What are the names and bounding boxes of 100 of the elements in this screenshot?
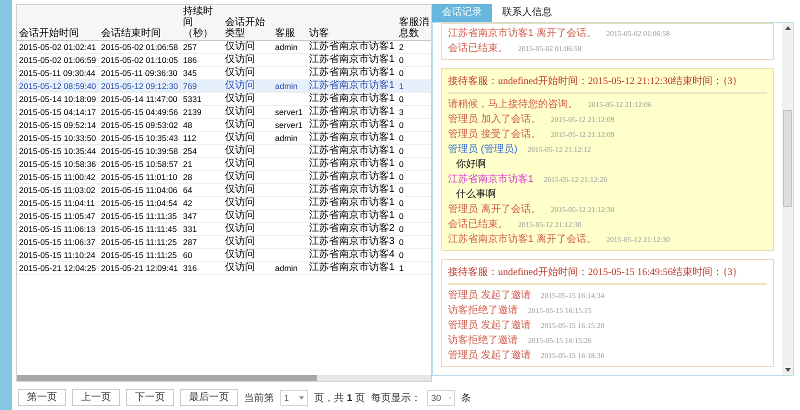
table-cell[interactable]: 0 xyxy=(397,170,431,184)
table-cell[interactable]: 2015-05-15 10:39:58 xyxy=(99,144,181,158)
table-cell[interactable]: 0 xyxy=(397,222,431,236)
page-button[interactable]: 最后一页 xyxy=(180,389,238,406)
table-cell[interactable]: 2015-05-15 10:58:57 xyxy=(99,158,181,170)
table-cell[interactable]: admin xyxy=(273,132,307,144)
table-cell[interactable]: 2015-05-15 11:03:02 xyxy=(17,184,99,196)
vertical-scrollbar[interactable] xyxy=(782,23,793,375)
table-cell[interactable]: 江苏省南京市访客4 xyxy=(307,248,397,262)
table-cell[interactable]: 2015-05-15 10:58:36 xyxy=(17,158,99,170)
table-cell[interactable]: 1 xyxy=(397,262,431,274)
table-cell[interactable]: 316 xyxy=(181,262,223,274)
table-cell[interactable]: 2015-05-12 08:59:40 xyxy=(17,80,99,92)
table-cell[interactable]: 2015-05-14 10:18:09 xyxy=(17,92,99,106)
table-cell[interactable]: 2015-05-14 11:47:00 xyxy=(99,92,181,106)
table-cell[interactable]: 仅访问 xyxy=(223,170,273,184)
table-cell[interactable]: 2 xyxy=(397,40,431,54)
horizontal-scrollbar[interactable] xyxy=(17,375,431,381)
table-cell[interactable]: 江苏省南京市访客1 xyxy=(307,54,397,66)
table-cell[interactable]: 2015-05-15 10:35:44 xyxy=(17,144,99,158)
table-cell[interactable]: 仅访问 xyxy=(223,54,273,66)
table-cell[interactable]: 331 xyxy=(181,222,223,236)
page-button[interactable]: 第一页 xyxy=(18,389,66,406)
table-cell[interactable]: 0 xyxy=(397,248,431,262)
table-cell[interactable]: 2015-05-15 11:04:54 xyxy=(99,196,181,210)
table-cell[interactable]: 64 xyxy=(181,184,223,196)
table-cell[interactable]: 2015-05-15 11:10:24 xyxy=(17,248,99,262)
table-cell[interactable]: 2015-05-15 11:01:10 xyxy=(99,170,181,184)
table-cell[interactable]: 仅访问 xyxy=(223,184,273,196)
table-cell[interactable]: 3 xyxy=(397,106,431,118)
table-cell[interactable]: 仅访问 xyxy=(223,118,273,132)
table-cell[interactable]: 仅访问 xyxy=(223,222,273,236)
table-cell[interactable]: 2015-05-15 09:53:02 xyxy=(99,118,181,132)
table-cell[interactable]: 0 xyxy=(397,132,431,144)
table-cell[interactable]: 江苏省南京市访客1 xyxy=(307,80,397,92)
table-cell[interactable]: 江苏省南京市访客1 xyxy=(307,184,397,196)
table-cell[interactable]: 江苏省南京市访客3 xyxy=(307,236,397,248)
table-cell[interactable]: 0 xyxy=(397,54,431,66)
table-cell[interactable]: 1 xyxy=(397,80,431,92)
table-cell[interactable]: 2015-05-02 01:06:58 xyxy=(99,40,181,54)
table-cell[interactable]: 2015-05-15 11:04:11 xyxy=(17,196,99,210)
table-cell[interactable]: 仅访问 xyxy=(223,196,273,210)
table-cell[interactable]: 60 xyxy=(181,248,223,262)
table-cell[interactable]: 江苏省南京市访客1 xyxy=(307,40,397,54)
table-cell[interactable]: 江苏省南京市访客1 xyxy=(307,106,397,118)
table-cell[interactable]: 0 xyxy=(397,196,431,210)
table-cell[interactable]: 2015-05-21 12:04:25 xyxy=(17,262,99,274)
page-size-select[interactable]: 30 xyxy=(427,390,456,406)
table-cell[interactable]: 仅访问 xyxy=(223,92,273,106)
table-cell[interactable]: 2015-05-15 10:35:43 xyxy=(99,132,181,144)
table-cell[interactable]: 江苏省南京市访客1 xyxy=(307,158,397,170)
page-button[interactable]: 下一页 xyxy=(126,389,174,406)
table-cell[interactable]: 0 xyxy=(397,118,431,132)
table-cell[interactable]: 2015-05-15 11:04:06 xyxy=(99,184,181,196)
table-cell[interactable]: 112 xyxy=(181,132,223,144)
table-cell[interactable]: admin xyxy=(273,40,307,54)
table-cell[interactable]: 0 xyxy=(397,210,431,222)
table-cell[interactable]: admin xyxy=(273,262,307,274)
table-cell[interactable]: 2015-05-15 11:05:47 xyxy=(17,210,99,222)
scroll-down-icon[interactable] xyxy=(784,368,790,372)
table-cell[interactable]: 28 xyxy=(181,170,223,184)
table-cell[interactable]: 48 xyxy=(181,118,223,132)
table-cell[interactable]: 仅访问 xyxy=(223,158,273,170)
table-cell[interactable]: admin xyxy=(273,80,307,92)
table-cell[interactable]: 仅访问 xyxy=(223,248,273,262)
table-cell[interactable]: 254 xyxy=(181,144,223,158)
table-cell[interactable]: 仅访问 xyxy=(223,106,273,118)
table-cell[interactable]: 347 xyxy=(181,210,223,222)
table-cell[interactable]: server1 xyxy=(273,118,307,132)
table-cell[interactable]: 江苏省南京市访客1 xyxy=(307,144,397,158)
table-cell[interactable]: 2015-05-15 11:06:37 xyxy=(17,236,99,248)
table-cell[interactable]: 2139 xyxy=(181,106,223,118)
table-cell[interactable]: 2015-05-15 04:14:17 xyxy=(17,106,99,118)
column-header[interactable]: 持续时间（秒） xyxy=(183,6,221,39)
table-cell[interactable]: 2015-05-15 11:11:25 xyxy=(99,236,181,248)
table-cell[interactable]: 2015-05-02 01:02:41 xyxy=(17,40,99,54)
table-cell[interactable]: 0 xyxy=(397,92,431,106)
table-cell[interactable]: 2015-05-15 11:00:42 xyxy=(17,170,99,184)
table-cell[interactable]: 769 xyxy=(181,80,223,92)
table-cell[interactable]: 2015-05-12 09:12:30 xyxy=(99,80,181,92)
table-cell[interactable]: 江苏省南京市访客1 xyxy=(307,196,397,210)
table-cell[interactable]: 186 xyxy=(181,54,223,66)
table-cell[interactable]: 江苏省南京市访客1 xyxy=(307,170,397,184)
scrollbar-thumb[interactable] xyxy=(17,375,317,381)
table-cell[interactable]: 江苏省南京市访客1 xyxy=(307,118,397,132)
table-cell[interactable]: 江苏省南京市访客1 xyxy=(307,210,397,222)
scroll-up-icon[interactable] xyxy=(784,26,790,30)
scrollbar-thumb[interactable] xyxy=(783,110,792,207)
table-cell[interactable]: 2015-05-15 04:49:56 xyxy=(99,106,181,118)
table-cell[interactable]: 江苏省南京市访客1 xyxy=(307,262,397,274)
table-cell[interactable]: 2015-05-15 09:52:14 xyxy=(17,118,99,132)
table-cell[interactable]: 0 xyxy=(397,144,431,158)
table-cell[interactable]: 2015-05-15 11:11:45 xyxy=(99,222,181,236)
table-cell[interactable]: 0 xyxy=(397,236,431,248)
table-cell[interactable]: 0 xyxy=(397,158,431,170)
table-cell[interactable]: 2015-05-02 01:06:59 xyxy=(17,54,99,66)
table-cell[interactable]: 2015-05-15 11:06:13 xyxy=(17,222,99,236)
table-cell[interactable]: 2015-05-15 11:11:35 xyxy=(99,210,181,222)
table-cell[interactable]: 江苏省南京市访客2 xyxy=(307,222,397,236)
table-cell[interactable]: 257 xyxy=(181,40,223,54)
